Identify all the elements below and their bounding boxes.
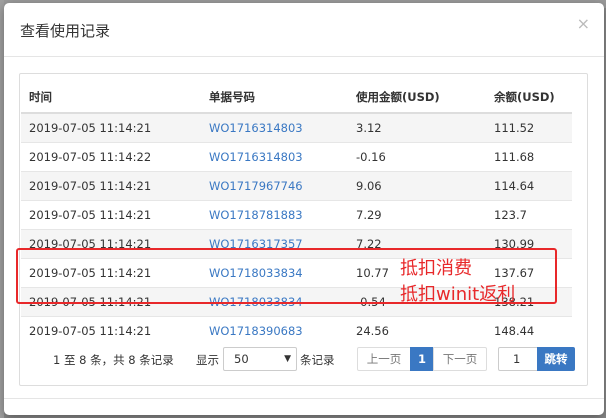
cell-amount: 7.29	[348, 200, 486, 230]
cell-doc-link[interactable]: WO1717967746	[201, 171, 348, 201]
cell-time: 2019-07-05 11:14:21	[21, 112, 201, 143]
jump-button[interactable]: 跳转	[537, 347, 575, 371]
pagination-info: 1 至 8 条，共 8 条记录	[53, 353, 174, 367]
records-panel: 时间 单据号码 使用金额(USD) 余额(USD) 2019-07-05 11:…	[19, 73, 588, 386]
page-size-select[interactable]: 50 ▼	[223, 347, 297, 371]
cell-balance: 111.68	[486, 142, 572, 172]
page-button-current[interactable]: 1	[410, 347, 434, 371]
annotation-deduct-winit-rebate: 抵扣winit返利	[400, 284, 516, 305]
cell-doc-link[interactable]: WO1716314803	[201, 112, 348, 143]
pagination: 上一页 1 下一页	[357, 347, 487, 371]
jump-page-value: 1	[513, 352, 521, 366]
modal-footer-divider	[4, 398, 604, 399]
cell-time: 2019-07-05 11:14:21	[21, 171, 201, 201]
cell-doc-link[interactable]: WO1716314803	[201, 142, 348, 172]
modal-title: 查看使用记录	[20, 22, 111, 40]
table-row: 2019-07-05 11:14:21 WO1718781883 7.29 12…	[21, 200, 572, 230]
caret-down-icon: ▼	[284, 354, 291, 364]
column-header-amount[interactable]: 使用金额(USD)	[348, 82, 486, 114]
cell-time: 2019-07-05 11:14:21	[21, 316, 201, 345]
cell-doc-link[interactable]: WO1718390683	[201, 316, 348, 345]
cell-doc-link[interactable]: WO1718781883	[201, 200, 348, 230]
column-header-time[interactable]: 时间	[21, 82, 201, 114]
cell-amount: 9.06	[348, 171, 486, 201]
column-header-doc-number[interactable]: 单据号码	[201, 82, 348, 114]
cell-amount: -0.16	[348, 142, 486, 172]
cell-time: 2019-07-05 11:14:22	[21, 142, 201, 172]
table-header-row: 时间 单据号码 使用金额(USD) 余额(USD)	[21, 82, 572, 114]
usage-record-modal: 查看使用记录 × 时间 单据号码 使用金额(USD) 余额(USD) 2019-…	[4, 3, 604, 415]
cell-balance: 148.44	[486, 316, 572, 345]
cell-balance: 114.64	[486, 171, 572, 201]
cell-amount: 3.12	[348, 112, 486, 143]
prev-page-button[interactable]: 上一页	[357, 347, 411, 371]
cell-balance: 111.52	[486, 112, 572, 143]
modal-header: 查看使用记录 ×	[4, 3, 604, 57]
table-row: 2019-07-05 11:14:21 WO1717967746 9.06 11…	[21, 171, 572, 201]
table-row: 2019-07-05 11:14:21 WO1718390683 24.56 1…	[21, 316, 572, 345]
cell-time: 2019-07-05 11:14:21	[21, 200, 201, 230]
table-row: 2019-07-05 11:14:21 WO1716314803 3.12 11…	[21, 112, 572, 143]
jump-page-input[interactable]: 1	[498, 347, 538, 371]
column-header-balance[interactable]: 余额(USD)	[486, 82, 572, 114]
page-size-value: 50	[234, 352, 249, 366]
table-row: 2019-07-05 11:14:22 WO1716314803 -0.16 1…	[21, 142, 572, 172]
page-size-label: 显示	[196, 353, 219, 367]
cell-balance: 123.7	[486, 200, 572, 230]
cell-amount: 24.56	[348, 316, 486, 345]
close-icon[interactable]: ×	[577, 16, 590, 32]
records-suffix-label: 条记录	[300, 353, 335, 367]
next-page-button[interactable]: 下一页	[433, 347, 487, 371]
annotation-deduct-consumption: 抵扣消费	[400, 258, 472, 279]
